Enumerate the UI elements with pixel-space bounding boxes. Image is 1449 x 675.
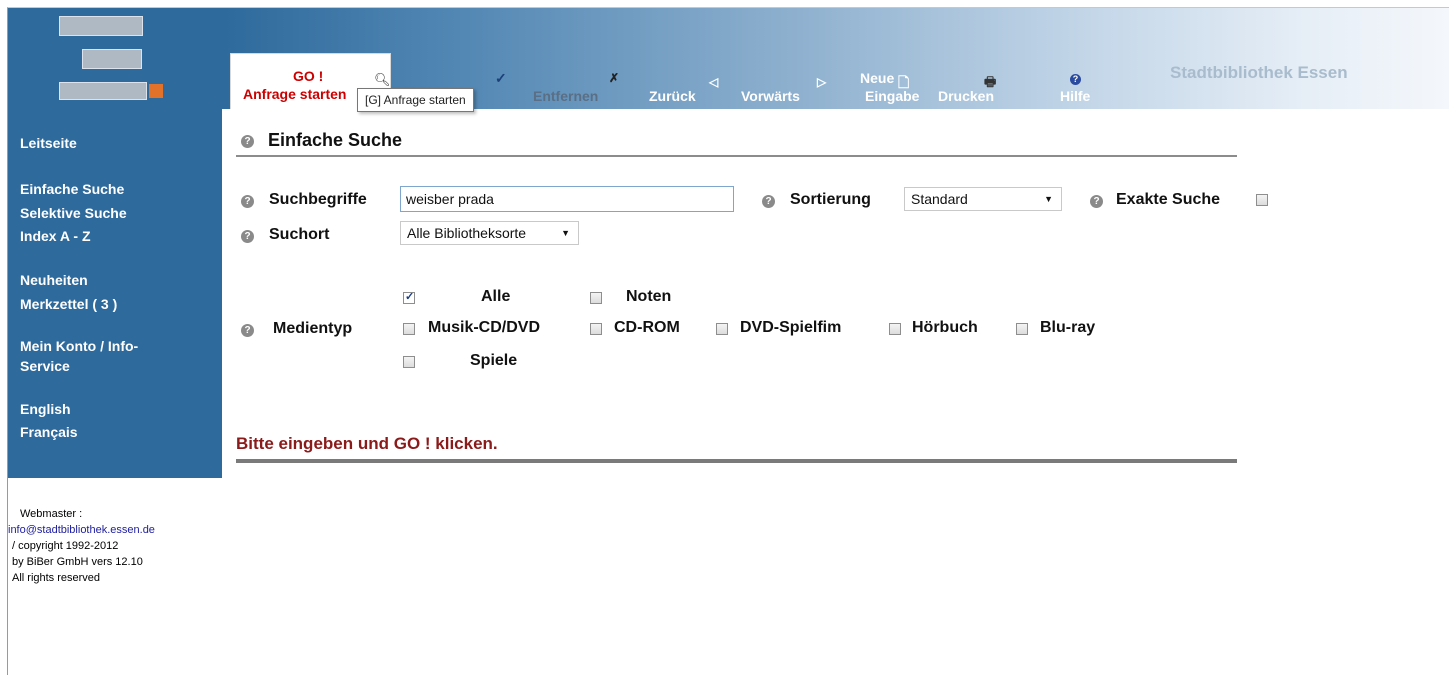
sidebar-item-english[interactable]: English [20, 397, 71, 421]
sidebar-item-service[interactable]: Service [20, 354, 70, 378]
footer-copyright: / copyright 1992-2012 [12, 540, 119, 552]
arrow-right-icon: ▷ [817, 75, 827, 89]
sidebar-item-einfache-suche[interactable]: Einfache Suche [20, 177, 124, 201]
media-checkbox-hoerbuch[interactable] [889, 323, 901, 335]
hilfe-button[interactable]: Hilfe ? [1060, 74, 1091, 104]
bottom-divider [236, 459, 1237, 463]
drucken-label: Drucken [938, 88, 995, 104]
media-label-dvd: DVD-Spielfim [740, 319, 842, 336]
footer-biber: by BiBer GmbH vers 12.10 [12, 556, 143, 568]
sidebar-item-neuheiten[interactable]: Neuheiten [20, 268, 88, 292]
zurueck-label: Zurück [649, 88, 696, 104]
go-label: GO ! [293, 68, 324, 84]
sortierung-label: Sortierung [790, 191, 871, 208]
help-question-icon[interactable]: ? [1090, 195, 1103, 208]
brand-title: Stadtbibliothek Essen [1170, 63, 1348, 82]
media-label-musik: Musik-CD/DVD [428, 319, 541, 336]
exakte-suche-checkbox[interactable] [1256, 194, 1268, 206]
magnifier-icon: 🔍︎ [374, 72, 391, 87]
instruction-message: Bitte eingeben und GO ! klicken. [236, 434, 498, 453]
media-checkbox-bluray[interactable] [1016, 323, 1028, 335]
media-label-bluray: Blu-ray [1040, 319, 1096, 336]
footer-webmaster: Webmaster : [20, 508, 83, 520]
help-question-icon[interactable]: ? [241, 230, 254, 243]
sidebar-item-index-a-z[interactable]: Index A - Z [20, 224, 91, 248]
zurueck-button[interactable]: Zurück ◁ [649, 75, 718, 104]
hilfe-label: Hilfe [1060, 88, 1091, 104]
sidebar-item-selektive-suche[interactable]: Selektive Suche [20, 201, 127, 225]
drucken-button[interactable]: Drucken 🖶 [938, 74, 996, 104]
suchort-select[interactable]: Alle Bibliotheksorte ▼ [400, 221, 579, 245]
checkmark-icon[interactable]: ✓ [495, 70, 507, 86]
media-label-alle: Alle [481, 288, 511, 305]
media-label-cdrom: CD-ROM [614, 319, 680, 336]
go-sub-label: Anfrage starten [243, 86, 347, 102]
page-title: Einfache Suche [268, 130, 403, 150]
media-checkbox-spiele[interactable] [403, 356, 415, 368]
title-divider [236, 155, 1237, 157]
media-checkbox-musik[interactable] [403, 323, 415, 335]
media-checkbox-dvd[interactable] [716, 323, 728, 335]
vorwaerts-button[interactable]: Vorwärts ▷ [741, 75, 826, 104]
media-checkbox-cdrom[interactable] [590, 323, 602, 335]
help-question-icon[interactable]: ? [241, 324, 254, 337]
neue-eingabe-label-2[interactable]: Eingabe [865, 88, 919, 104]
help-icon: ? [1070, 74, 1081, 85]
search-input[interactable] [400, 186, 734, 212]
suchort-label: Suchort [269, 226, 330, 243]
help-question-icon[interactable]: ? [241, 135, 254, 148]
neue-label: Neue [860, 70, 895, 86]
arrow-left-icon: ◁ [709, 75, 719, 89]
suchbegriffe-label: Suchbegriffe [269, 191, 367, 208]
entfernen-button[interactable]: Entfernen ✗ [533, 71, 619, 104]
sortierung-value: Standard [911, 191, 968, 207]
neue-eingabe-button[interactable]: Neue 🗋 [860, 70, 909, 90]
library-logo[interactable] [59, 16, 169, 100]
go-tooltip: [G] Anfrage starten [357, 88, 474, 112]
remove-x-icon: ✗ [609, 71, 620, 85]
exakte-suche-label: Exakte Suche [1116, 191, 1221, 208]
media-label-spiele: Spiele [470, 352, 518, 369]
medientyp-label: Medientyp [273, 320, 353, 337]
entfernen-label: Entfernen [533, 88, 599, 104]
media-label-noten: Noten [626, 288, 672, 305]
media-label-hoerbuch: Hörbuch [912, 319, 978, 336]
sortierung-select[interactable]: Standard ▼ [904, 187, 1062, 211]
header-band [8, 8, 1449, 109]
printer-icon: 🖶 [984, 74, 997, 89]
vorwaerts-label: Vorwärts [741, 88, 800, 104]
media-checkbox-noten[interactable] [590, 292, 602, 304]
footer-rights: All rights reserved [12, 572, 101, 584]
sidebar-item-francais[interactable]: Français [20, 420, 78, 444]
sidebar: Leitseite Einfache Suche Selektive Suche… [8, 109, 222, 478]
check-icon: ✓ [405, 291, 415, 303]
footer: Webmaster : info@stadtbibliothek.essen.d… [8, 506, 155, 586]
chevron-down-icon: ▼ [1044, 194, 1053, 204]
media-checkbox-alle[interactable]: ✓ [403, 291, 415, 304]
sidebar-item-leitseite[interactable]: Leitseite [20, 131, 77, 155]
suchort-value: Alle Bibliotheksorte [407, 225, 527, 241]
chevron-down-icon: ▼ [561, 228, 570, 238]
footer-email-link[interactable]: info@stadtbibliothek.essen.de [8, 522, 155, 538]
sidebar-item-merkzettel[interactable]: Merkzettel ( 3 ) [20, 292, 117, 316]
help-question-icon[interactable]: ? [762, 195, 775, 208]
help-question-icon[interactable]: ? [241, 195, 254, 208]
